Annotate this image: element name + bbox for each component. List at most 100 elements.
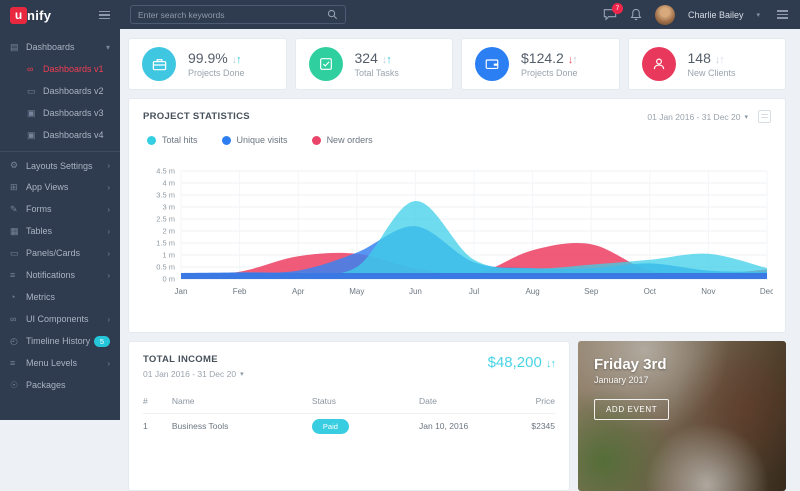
briefcase-icon: ▣ [27,108,43,119]
user-name[interactable]: Charlie Bailey [688,10,744,20]
column-header-date[interactable]: Date [419,392,506,414]
sidebar-badge: 5 [94,336,110,347]
sidebar-collapse-icon[interactable] [99,11,110,20]
sidebar-item-label: Timeline History [26,336,94,346]
stat-value: 148 [688,50,711,66]
stat-card-new-clients: 148 ↓↑ New Clients [628,38,787,90]
bell-icon [630,8,642,21]
calendar-icon[interactable] [758,110,771,123]
stats-row: 99.9% ↓↑ Projects Done 324 ↓↑ Total Task… [128,38,786,90]
chevron-right-icon: › [107,205,110,214]
column-header-price[interactable]: Price [506,392,555,414]
sidebar-item-label: UI Components [26,314,107,324]
event-day: Friday 3rd [594,356,770,373]
sidebar-item-label: Tables [26,226,107,236]
topbar-menu-icon[interactable] [777,10,788,19]
svg-text:Aug: Aug [525,287,539,296]
sidebar-item-timeline-history[interactable]: ◴Timeline History5 [0,330,120,352]
notifications-button[interactable] [630,8,642,21]
logo-text: nify [27,8,51,23]
svg-text:Sep: Sep [584,287,599,296]
infinity-icon: ∞ [27,64,43,74]
chevron-down-icon[interactable]: ▾ [756,11,760,19]
search-input[interactable] [138,10,327,20]
chart-legend: Total hits Unique visits New orders [147,135,771,145]
chart-title: PROJECT STATISTICS [143,111,250,122]
messages-badge: 7 [612,3,623,14]
svg-text:Apr: Apr [292,287,305,296]
svg-text:May: May [349,287,364,296]
chevron-right-icon: › [107,249,110,258]
sidebar-item-dashboards-v3[interactable]: ▣Dashboards v3 [0,102,120,124]
logo: u nify [0,0,120,30]
briefcase-icon: ▣ [27,130,43,141]
legend-item-total-hits[interactable]: Total hits [147,135,198,145]
grid-icon: ▦ [10,226,26,237]
add-event-button[interactable]: ADD EVENT [594,399,669,420]
sidebar-item-notifications[interactable]: ≡Notifications› [0,264,120,286]
sidebar-item-label: Dashboards v4 [43,130,110,140]
stat-value: $124.2 [521,50,564,66]
event-card: Friday 3rd January 2017 ADD EVENT [578,341,786,491]
project-statistics-card: PROJECT STATISTICS 01 Jan 2016 - 31 Dec … [128,98,786,333]
sidebar-item-dashboards-v4[interactable]: ▣Dashboards v4 [0,124,120,146]
sidebar-item-metrics[interactable]: ◔Metrics [0,286,120,308]
search-box[interactable] [130,5,346,24]
clock-icon: ◔ [10,292,26,302]
sidebar-item-menu-levels[interactable]: ≡Menu Levels› [0,352,120,374]
avatar[interactable] [655,5,675,25]
svg-text:Dec: Dec [760,287,773,296]
stat-card-projects-done-amount: $124.2 ↓↑ Projects Done [461,38,620,90]
search-icon[interactable] [327,9,338,20]
svg-text:0 m: 0 m [162,275,175,284]
stat-label: Projects Done [521,68,578,78]
sidebar-item-layouts-settings[interactable]: ⚙Layouts Settings› [0,151,120,176]
windows-icon: ⊞ [10,182,26,193]
columns-icon: ▤ [10,42,26,53]
chevron-down-icon: ▾ [106,43,110,52]
messages-button[interactable]: 7 [603,8,617,21]
sidebar-item-tables[interactable]: ▦Tables› [0,220,120,242]
table-row[interactable]: 1 Business Tools Paid Jan 10, 2016 $2345 [143,414,555,439]
check-square-icon [309,47,343,81]
svg-text:Jul: Jul [469,287,479,296]
logo-mark: u [10,7,27,24]
svg-text:2 m: 2 m [162,227,175,236]
legend-item-new-orders[interactable]: New orders [312,135,373,145]
stat-label: Projects Done [188,68,245,78]
column-header-name[interactable]: Name [172,392,312,414]
sidebar-item-panels-cards[interactable]: ▭Panels/Cards› [0,242,120,264]
chart-date-range[interactable]: 01 Jan 2016 - 31 Dec 20 ▾ [647,110,771,123]
legend-item-unique-visits[interactable]: Unique visits [222,135,288,145]
legend-dot [312,136,321,145]
total-income-title: TOTAL INCOME [143,354,244,365]
chevron-right-icon: › [107,161,110,170]
total-income-card: TOTAL INCOME 01 Jan 2016 - 31 Dec 20 ▾ $… [128,341,570,491]
svg-text:Jun: Jun [409,287,422,296]
sidebar-item-dashboards-v1[interactable]: ∞Dashboards v1 [0,58,120,80]
sidebar-item-packages[interactable]: ☉Packages [0,374,120,396]
chevron-right-icon: › [107,227,110,236]
legend-dot [147,136,156,145]
total-income-date-range[interactable]: 01 Jan 2016 - 31 Dec 20 ▾ [143,369,244,379]
chevron-down-icon: ▾ [744,113,748,121]
svg-text:Jan: Jan [175,287,188,296]
user-icon [642,47,676,81]
total-income-amount: $48,200 ↓↑ [488,354,555,371]
monitor-icon: ▭ [27,86,43,97]
sidebar-item-dashboards-v2[interactable]: ▭Dashboards v2 [0,80,120,102]
sidebar-item-app-views[interactable]: ⊞App Views› [0,176,120,198]
chevron-right-icon: › [107,271,110,280]
column-header-status[interactable]: Status [312,392,419,414]
history-clock-icon: ◴ [10,336,26,347]
column-header-num[interactable]: # [143,392,172,414]
sidebar-item-forms[interactable]: ✎Forms› [0,198,120,220]
chevron-right-icon: › [107,359,110,368]
main-content: 99.9% ↓↑ Projects Done 324 ↓↑ Total Task… [120,29,800,420]
sidebar-item-dashboards[interactable]: ▤Dashboards▾ [0,36,120,58]
table-header-row: #NameStatusDatePrice [143,392,555,414]
sidebar-item-ui-components[interactable]: ∞UI Components› [0,308,120,330]
chevron-right-icon: › [107,183,110,192]
chevron-down-icon: ▾ [240,370,244,378]
svg-text:Feb: Feb [233,287,247,296]
